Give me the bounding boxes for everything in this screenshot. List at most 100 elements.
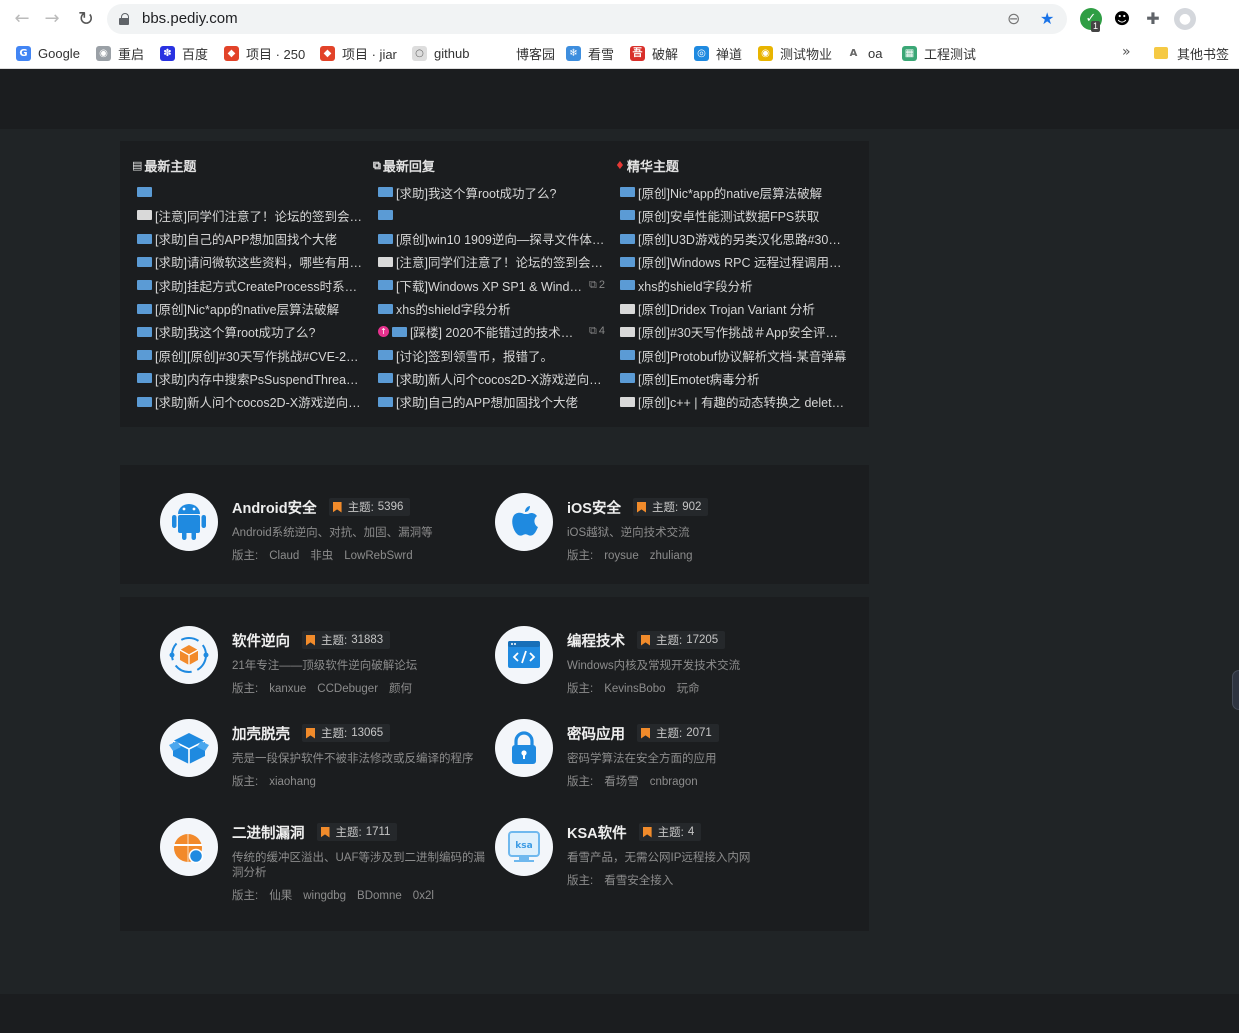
thread-link[interactable]: [原创]Emotet病毒分析 xyxy=(620,370,760,387)
forum-card[interactable]: 编程技术 主题: 17205 Windows内核及常规开发技术交流 版主: KevinsB… xyxy=(495,626,825,706)
thread-link[interactable]: [下载]Windows XP SP1 & Windo… ⧉ 2 xyxy=(378,277,605,294)
thread-link[interactable]: [原创]Windows RPC 远程过程调用—初… xyxy=(620,254,847,270)
moderator-link[interactable]: KevinsBobo xyxy=(604,683,665,695)
bookmark-item[interactable]: ▦ 工程测试 xyxy=(902,43,976,63)
apple-icon[interactable] xyxy=(495,493,553,551)
moderator-link[interactable]: zhuliang xyxy=(650,550,693,562)
thread-link[interactable]: [原创]安卓性能测试数据FPS获取 xyxy=(620,207,819,224)
forum-card[interactable]: Android安全 主题: 5396 Android系统逆向、对抗、加固、漏洞等 版主:… xyxy=(160,493,490,573)
bookmark-item[interactable]: Aoa xyxy=(846,43,882,63)
forum-card[interactable]: ksa KSA软件 主题: 4 看雪产品，无需公网IP远程接入内网 版主: 看雪安全接入 xyxy=(495,818,825,898)
thread-link[interactable] xyxy=(378,207,396,223)
lock-icon[interactable] xyxy=(495,719,553,777)
thread-link[interactable]: [求助]请问微软这些资料，哪些有用，… xyxy=(137,254,364,270)
bookmark-item[interactable]: ◉ 测试物业 xyxy=(758,43,832,63)
thread-link[interactable]: [求助]挂起方式CreateProcess时系统… xyxy=(137,277,364,294)
moderator-link[interactable]: BDomne xyxy=(357,890,402,902)
url-text[interactable]: bbs.pediy.com xyxy=(142,10,238,27)
thread-link[interactable]: [原创][原创]#30天写作挑战#CVE-202… xyxy=(137,347,364,364)
thread-link[interactable]: [求助]自己的APP想加固找个大佬 xyxy=(137,231,337,247)
bookmark-item[interactable]: G Google xyxy=(16,43,80,63)
bookmark-item[interactable]: ◎ 禅道 xyxy=(694,43,742,63)
puzzle-extension-icon[interactable]: ✚ xyxy=(1142,8,1164,30)
moderator-link[interactable]: Claud xyxy=(269,550,299,562)
moderator-link[interactable]: wingdbg xyxy=(303,890,346,902)
side-float-tab[interactable] xyxy=(1232,670,1239,710)
moderator-link[interactable]: 0x2l xyxy=(413,890,434,902)
box-icon[interactable] xyxy=(160,719,218,777)
bookmark-item[interactable]: ◆ 项目 · 250 xyxy=(224,43,305,63)
more-bookmarks-icon[interactable]: » xyxy=(1122,44,1131,60)
moderator-link[interactable]: 玩命 xyxy=(677,683,700,695)
thread-link[interactable]: ↑ [踩楼] 2020不能错过的技术大… ⧉ 4 xyxy=(378,324,605,340)
bookmark-item[interactable]: 吾破解 xyxy=(630,43,678,63)
thread-link[interactable]: [原创]c++ | 有趣的动态转换之 delete 崩… xyxy=(620,394,847,410)
reverse-icon[interactable] xyxy=(160,626,218,684)
forum-name[interactable]: iOS安全 xyxy=(567,497,621,518)
thread-link[interactable]: [原创]U3D游戏的另类汉化思路#30天写… xyxy=(620,231,847,247)
thread-link[interactable]: xhs的shield字段分析 xyxy=(378,301,511,317)
thread-link[interactable]: [原创]Nic*app的native层算法破解 xyxy=(620,184,822,201)
thread-link[interactable]: [求助]新人问个cocos2D-X游戏逆向问题 xyxy=(378,370,605,387)
forward-icon[interactable]: → xyxy=(42,9,62,29)
forum-card[interactable]: 密码应用 主题: 2071 密码学算法在安全方面的应用 版主: 看场雪 cnbragon xyxy=(495,719,825,799)
forum-name[interactable]: Android安全 xyxy=(232,497,317,518)
zoom-icon[interactable]: ⊖ xyxy=(1007,9,1020,28)
forum-name[interactable]: 加壳脱壳 xyxy=(232,723,290,744)
thread-link[interactable]: [原创]Dridex Trojan Variant 分析 xyxy=(620,301,815,317)
thread-link[interactable]: [求助]我这个算root成功了么? xyxy=(378,184,556,201)
moderator-link[interactable]: 看雪安全接入 xyxy=(604,875,673,887)
bookmark-item[interactable]: ✽ 百度 xyxy=(160,43,208,63)
thread-link[interactable] xyxy=(137,184,155,200)
spy-extension-icon[interactable]: ☻ xyxy=(1111,8,1133,30)
moderator-link[interactable]: kanxue xyxy=(269,683,306,695)
android-icon[interactable] xyxy=(160,493,218,551)
forum-name[interactable]: KSA软件 xyxy=(567,822,627,843)
thread-link[interactable]: [求助]我这个算root成功了么? xyxy=(137,324,315,340)
forum-name[interactable]: 密码应用 xyxy=(567,723,625,744)
thread-link[interactable]: [讨论]签到领雪币，报错了。 xyxy=(378,347,553,364)
thread-link[interactable]: [原创]Protobuf协议解析文档-某音弹幕 xyxy=(620,347,846,364)
thread-link[interactable]: [求助]内存中搜索PsSuspendThread… xyxy=(137,370,364,387)
forum-card[interactable]: 软件逆向 主题: 31883 21年专注——顶级软件逆向破解论坛 版主: kanxue CC… xyxy=(160,626,490,706)
forum-card[interactable]: iOS安全 主题: 902 iOS越狱、逆向技术交流 版主: roysue zhuliang xyxy=(495,493,825,573)
moderator-link[interactable]: LowRebSwrd xyxy=(344,550,412,562)
bookmark-item[interactable]: ○ github xyxy=(412,43,469,63)
bookmark-item[interactable]: ❄ 看雪 xyxy=(566,43,614,63)
forum-name[interactable]: 二进制漏洞 xyxy=(232,822,305,843)
code-icon[interactable] xyxy=(495,626,553,684)
bookmark-item[interactable]: ◆ 项目 · jiar xyxy=(320,43,397,63)
bookmark-item[interactable]: 博客园 xyxy=(494,43,555,63)
moderator-link[interactable]: roysue xyxy=(604,550,639,562)
moderator-link[interactable]: 颜何 xyxy=(389,683,412,695)
topic-label: 主题: xyxy=(321,635,348,647)
thread-link[interactable]: [原创]Nic*app的native层算法破解 xyxy=(137,301,339,317)
back-icon[interactable]: ← xyxy=(12,9,32,29)
thread-link[interactable]: [原创]#30天写作挑战＃App安全评估手… xyxy=(620,324,847,340)
lock-icon[interactable] xyxy=(119,13,129,25)
moderator-link[interactable]: 看场雪 xyxy=(604,776,639,788)
thread-link[interactable]: [注意]同学们注意了！论坛的签到会跳… xyxy=(137,207,364,224)
profile-avatar-icon[interactable]: ● xyxy=(1174,8,1196,30)
reload-icon[interactable]: ↻ xyxy=(76,9,96,29)
other-bookmarks-folder[interactable]: 其他书签 xyxy=(1154,43,1229,63)
forum-name[interactable]: 软件逆向 xyxy=(232,630,290,651)
address-bar[interactable]: bbs.pediy.com ⊖ ★ xyxy=(107,4,1067,34)
thread-link[interactable]: [求助]新人问个cocos2D-X游戏逆向问题 xyxy=(137,394,364,410)
bookmark-star-icon[interactable]: ★ xyxy=(1040,9,1054,28)
moderator-link[interactable]: xiaohang xyxy=(269,776,316,788)
forum-card[interactable]: 二进制漏洞 主题: 1711 传统的缓冲区溢出、UAF等涉及到二进制编码的漏洞分析 版主… xyxy=(160,818,490,902)
thread-link[interactable]: [注意]同学们注意了！论坛的签到会跳… xyxy=(378,254,605,270)
bookmark-item[interactable]: ◉ 重启 xyxy=(96,43,144,63)
moderator-link[interactable]: 非虫 xyxy=(310,550,333,562)
moderator-link[interactable]: CCDebuger xyxy=(317,683,378,695)
moderator-link[interactable]: cnbragon xyxy=(650,776,698,788)
thread-link[interactable]: [原创]win10 1909逆向—探寻文件体系1 xyxy=(378,231,605,247)
thread-link[interactable]: [求助]自己的APP想加固找个大佬 xyxy=(378,394,578,410)
bug-icon[interactable] xyxy=(160,818,218,876)
forum-card[interactable]: 加壳脱壳 主题: 13065 壳是一段保护软件不被非法修改或反编译的程序 版主: xiao… xyxy=(160,719,490,799)
moderator-link[interactable]: 仙果 xyxy=(269,890,292,902)
ksa-icon[interactable]: ksa xyxy=(495,818,553,876)
thread-link[interactable]: xhs的shield字段分析 xyxy=(620,277,753,294)
forum-name[interactable]: 编程技术 xyxy=(567,630,625,651)
